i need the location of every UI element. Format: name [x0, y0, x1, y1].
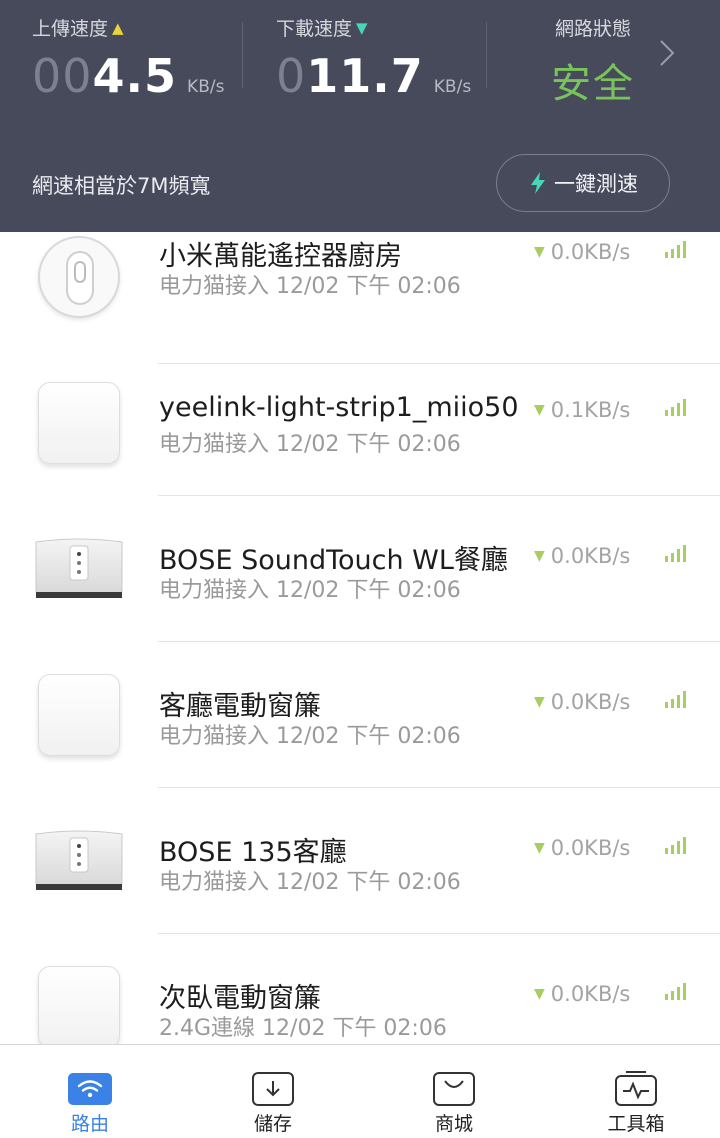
device-speed: ▼ 0.0KB/s — [534, 982, 631, 1006]
download-arrow-icon: ▼ — [534, 840, 545, 856]
remote-icon — [38, 236, 120, 318]
speaker-icon — [35, 538, 123, 598]
signal-icon — [665, 983, 686, 1000]
download-arrow-icon: ▼ — [534, 986, 545, 1002]
tab-label: 路由 — [70, 1113, 109, 1135]
download-unit: KB/s — [433, 77, 472, 97]
download-box-icon — [252, 1072, 294, 1106]
download-label: 下載速度 — [276, 18, 353, 40]
signal-icon — [665, 241, 686, 258]
upload-speed: 上傳速度 ▲ 00 4.5 KB/s — [32, 14, 224, 103]
tab-label: 商城 — [434, 1113, 473, 1135]
smart-device-icon — [38, 382, 120, 464]
download-arrow-icon: ▼ — [534, 548, 545, 564]
device-connection-info: 电力猫接入 12/02 下午 02:06 — [159, 724, 461, 749]
download-arrow-icon: ▼ — [534, 402, 545, 418]
device-speed: ▼ 0.1KB/s — [534, 398, 631, 422]
tab-label: 儲存 — [253, 1113, 292, 1135]
router-app: 上傳速度 ▲ 00 4.5 KB/s 下載速度 ▼ 0 11.7 KB/s 網路… — [0, 0, 720, 1138]
network-status-value: 安全 — [551, 61, 635, 107]
upload-value: 4.5 — [92, 49, 178, 103]
tab-toolbox[interactable]: 工具箱 — [576, 1045, 696, 1138]
device-connection-info: 2.4G連線 12/02 下午 02:06 — [159, 1016, 447, 1041]
smart-device-icon — [38, 674, 120, 756]
download-value: 11.7 — [306, 49, 424, 103]
device-speed: ▼ 0.0KB/s — [534, 690, 631, 714]
header-divider — [486, 22, 487, 88]
device-speed: ▼ 0.0KB/s — [534, 240, 631, 264]
wifi-icon — [68, 1073, 112, 1105]
download-arrow-icon: ▼ — [356, 18, 368, 37]
speed-test-button[interactable]: 一鍵測速 — [496, 154, 670, 212]
tab-router[interactable]: 路由 — [30, 1045, 150, 1138]
download-arrow-icon: ▼ — [534, 244, 545, 260]
chevron-right-icon[interactable] — [658, 38, 676, 68]
device-connection-info: 电力猫接入 12/02 下午 02:06 — [159, 274, 461, 299]
device-connection-info: 电力猫接入 12/02 下午 02:06 — [159, 578, 461, 603]
list-item[interactable]: 小米萬能遙控器廚房 电力猫接入 12/02 下午 02:06 ▼ 0.0KB/s — [0, 232, 720, 364]
device-name: yeelink-light-strip1_miio50… — [159, 392, 519, 423]
smart-device-icon — [38, 966, 120, 1044]
list-item[interactable]: BOSE 135客廳 电力猫接入 12/02 下午 02:06 ▼ 0.0KB/… — [0, 788, 720, 934]
list-item[interactable]: BOSE SoundTouch WL餐廳 电力猫接入 12/02 下午 02:0… — [0, 496, 720, 642]
lightning-icon — [531, 172, 545, 194]
device-connection-info: 电力猫接入 12/02 下午 02:06 — [159, 432, 461, 457]
tab-label: 工具箱 — [607, 1113, 665, 1135]
device-list[interactable]: 小米萬能遙控器廚房 电力猫接入 12/02 下午 02:06 ▼ 0.0KB/s… — [0, 232, 720, 1044]
bottom-tab-bar: 路由 儲存 商城 工具箱 — [0, 1044, 720, 1138]
device-connection-info: 电力猫接入 12/02 下午 02:06 — [159, 870, 461, 895]
shop-bag-icon — [433, 1072, 475, 1106]
upload-value-padding: 00 — [32, 49, 93, 103]
upload-arrow-icon: ▲ — [112, 18, 124, 37]
download-value-padding: 0 — [276, 49, 307, 103]
signal-icon — [665, 691, 686, 708]
signal-icon — [665, 399, 686, 416]
list-item[interactable]: yeelink-light-strip1_miio50… 电力猫接入 12/02… — [0, 350, 720, 496]
signal-icon — [665, 545, 686, 562]
speed-header: 上傳速度 ▲ 00 4.5 KB/s 下載速度 ▼ 0 11.7 KB/s 網路… — [0, 0, 720, 232]
bandwidth-text: 網速相當於7M頻寬 — [32, 174, 211, 198]
list-item[interactable]: 次臥電動窗簾 2.4G連線 12/02 下午 02:06 ▼ 0.0KB/s — [0, 934, 720, 1044]
download-speed: 下載速度 ▼ 0 11.7 KB/s — [276, 14, 471, 103]
signal-icon — [665, 837, 686, 854]
tab-storage[interactable]: 儲存 — [213, 1045, 333, 1138]
upload-label: 上傳速度 — [32, 18, 109, 40]
network-status-label: 網路狀態 — [554, 18, 631, 40]
tab-shop[interactable]: 商城 — [394, 1045, 514, 1138]
upload-unit: KB/s — [187, 77, 225, 97]
network-status[interactable]: 網路狀態 安全 — [548, 14, 638, 109]
device-speed: ▼ 0.0KB/s — [534, 836, 631, 860]
download-arrow-icon: ▼ — [534, 694, 545, 710]
speaker-icon — [35, 830, 123, 890]
header-divider — [242, 22, 243, 88]
speed-test-label: 一鍵測速 — [554, 172, 638, 196]
list-item[interactable]: 客廳電動窗簾 电力猫接入 12/02 下午 02:06 ▼ 0.0KB/s — [0, 642, 720, 788]
device-speed: ▼ 0.0KB/s — [534, 544, 631, 568]
toolbox-icon — [615, 1071, 657, 1106]
